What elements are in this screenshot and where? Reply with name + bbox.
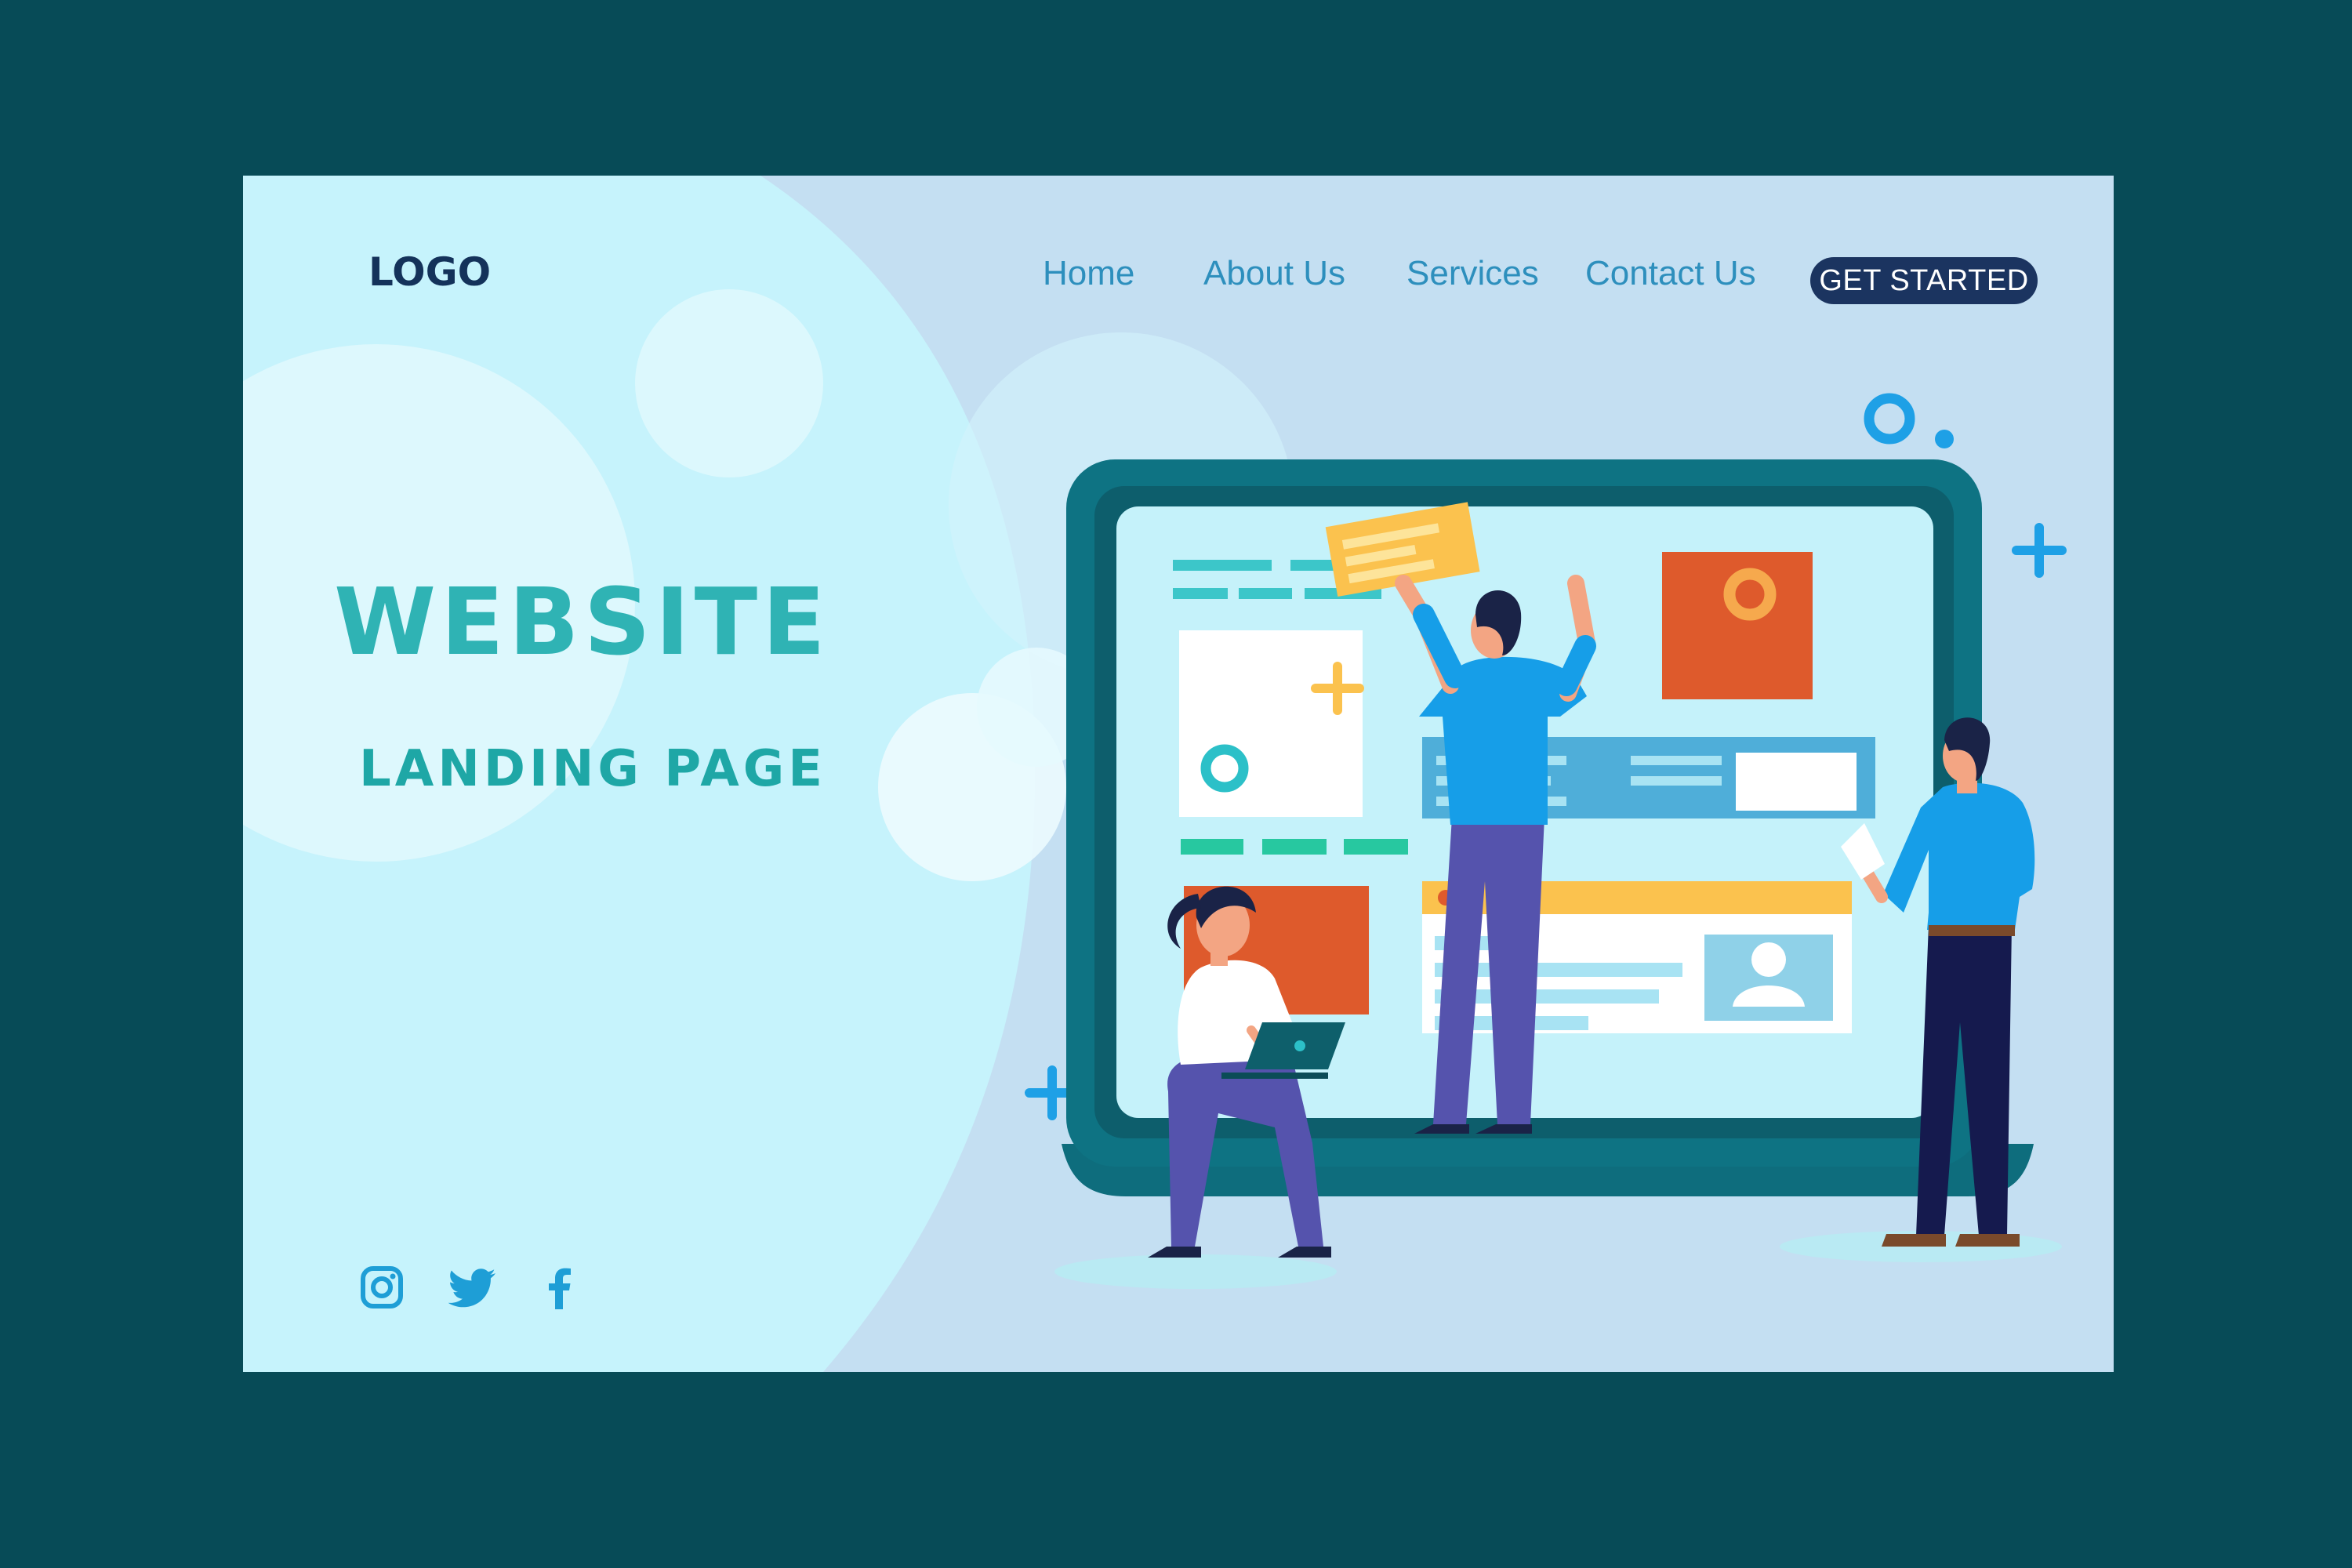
ring-decoration bbox=[1864, 393, 1915, 445]
hero-illustration bbox=[1025, 393, 2067, 1289]
dot-decoration bbox=[1935, 430, 1954, 448]
landing-page: LOGO Home About Us Services Contact Us G… bbox=[243, 176, 2114, 1372]
plus-decoration bbox=[2012, 523, 2067, 578]
